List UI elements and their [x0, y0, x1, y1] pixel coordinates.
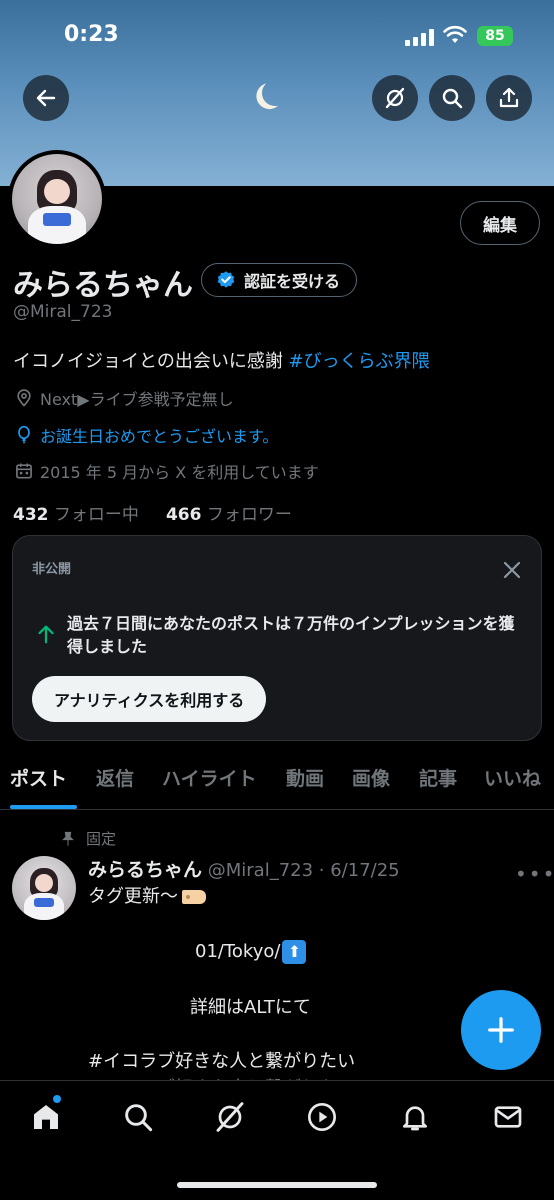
- bio-hashtag-link[interactable]: #びっくらぶ界隈: [289, 351, 430, 372]
- nav-video[interactable]: [304, 1099, 340, 1135]
- balloon-icon: [18, 425, 30, 444]
- profile-tabs: ポスト 返信 ハイライト 動画 画像 記事 いいね: [0, 760, 554, 810]
- tab-media[interactable]: 画像: [352, 764, 390, 791]
- more-options-icon[interactable]: •••: [515, 862, 554, 886]
- post-avatar[interactable]: [12, 856, 76, 920]
- post-header: みらるちゃん @Miral_723 · 6/17/25: [88, 855, 400, 882]
- back-button[interactable]: [23, 75, 69, 121]
- tab-videos[interactable]: 動画: [286, 764, 324, 791]
- nav-grok[interactable]: [212, 1099, 248, 1135]
- mail-icon: [494, 1106, 522, 1128]
- up-arrow-emoji-icon: ⬆: [282, 940, 307, 964]
- get-verified-label: 認証を受ける: [244, 272, 341, 291]
- profile-avatar[interactable]: [8, 150, 106, 248]
- notification-dot: [53, 1095, 61, 1103]
- tab-posts[interactable]: ポスト: [10, 764, 67, 791]
- plus-icon: [488, 1017, 514, 1043]
- grok-icon: [385, 87, 405, 109]
- location-text: Next▶ライブ参戦予定無し: [40, 390, 234, 409]
- play-icon: [308, 1103, 336, 1131]
- share-button[interactable]: [486, 75, 532, 121]
- birthday-text: お誕生日おめでとうございます。: [40, 427, 279, 446]
- analytics-card: 非公開 過去７日間にあなたのポストは７万件のインプレッションを獲得しました アナ…: [12, 535, 542, 741]
- status-time: 0:23: [64, 22, 119, 47]
- nav-search[interactable]: [120, 1099, 156, 1135]
- verified-badge-icon: [217, 271, 235, 288]
- active-tab-indicator: [10, 805, 77, 809]
- pinned-label: 固定: [86, 830, 117, 848]
- profile-name: みらるちゃん: [13, 268, 193, 303]
- location-pin-icon: [17, 389, 31, 407]
- nav-notifications[interactable]: [397, 1099, 433, 1135]
- compose-button[interactable]: [461, 990, 541, 1070]
- use-analytics-button[interactable]: アナリティクスを利用する: [32, 676, 267, 722]
- nav-home[interactable]: [28, 1099, 64, 1135]
- get-verified-button[interactable]: 認証を受ける: [201, 263, 358, 297]
- search-icon: [125, 1104, 153, 1132]
- joined-text: 2015 年 5 月から X を利用しています: [40, 463, 319, 482]
- wifi-icon: [443, 25, 467, 43]
- post-hashtag-1[interactable]: #イコラブ好きな人と繋がりたい: [88, 1047, 355, 1073]
- edit-profile-button[interactable]: 編集: [460, 201, 540, 245]
- post-line-1: タグ更新〜: [88, 882, 206, 908]
- tab-likes[interactable]: いいね: [484, 764, 541, 791]
- followers-link[interactable]: 466 フォロワー: [166, 505, 292, 525]
- private-label: 非公開: [32, 562, 72, 577]
- post-author[interactable]: みらるちゃん: [88, 859, 202, 881]
- calendar-icon: [16, 463, 32, 479]
- grok-icon: [216, 1102, 244, 1132]
- follow-stats: 432 フォロー中 466 フォロワー: [13, 500, 292, 525]
- post-meta: @Miral_723 · 6/17/25: [202, 860, 400, 881]
- close-icon[interactable]: [500, 558, 524, 582]
- moon-image: [260, 78, 290, 108]
- profile-bio: イコノイジョイとの出会いに感謝 #びっくらぶ界隈: [13, 347, 430, 373]
- bio-text: イコノイジョイとの出会いに感謝: [13, 351, 289, 372]
- tab-articles[interactable]: 記事: [419, 764, 457, 791]
- home-icon: [34, 1105, 58, 1129]
- search-icon: [442, 88, 463, 109]
- nav-messages[interactable]: [490, 1099, 526, 1135]
- profile-handle: @Miral_723: [13, 302, 113, 322]
- bell-icon: [403, 1106, 427, 1131]
- profile-location: Next▶ライブ参戦予定無し: [14, 386, 234, 410]
- pin-icon: [62, 831, 74, 846]
- tag-emoji-icon: [182, 890, 206, 904]
- arrow-up-icon: [38, 625, 54, 644]
- tab-replies[interactable]: 返信: [96, 764, 134, 791]
- tab-highlights[interactable]: ハイライト: [162, 764, 257, 791]
- analytics-text: 過去７日間にあなたのポストは７万件のインプレッションを獲得しました: [67, 614, 515, 656]
- search-button[interactable]: [429, 75, 475, 121]
- post-line-3: 詳細はALTにて: [190, 997, 311, 1018]
- post-line-2: 01/Tokyo/⬆: [195, 940, 307, 964]
- profile-joined: 2015 年 5 月から X を利用しています: [14, 459, 319, 483]
- home-indicator: [177, 1182, 377, 1188]
- grok-button[interactable]: [372, 75, 418, 121]
- share-icon: [499, 87, 519, 108]
- signal-icon: [405, 28, 435, 46]
- status-bar: 0:23 85: [0, 0, 554, 70]
- following-link[interactable]: 432 フォロー中: [13, 505, 139, 525]
- profile-birthday: お誕生日おめでとうございます。: [14, 423, 278, 447]
- battery-indicator: 85: [477, 26, 513, 46]
- pinned-indicator: 固定: [60, 828, 116, 849]
- arrow-left-icon: [36, 89, 56, 107]
